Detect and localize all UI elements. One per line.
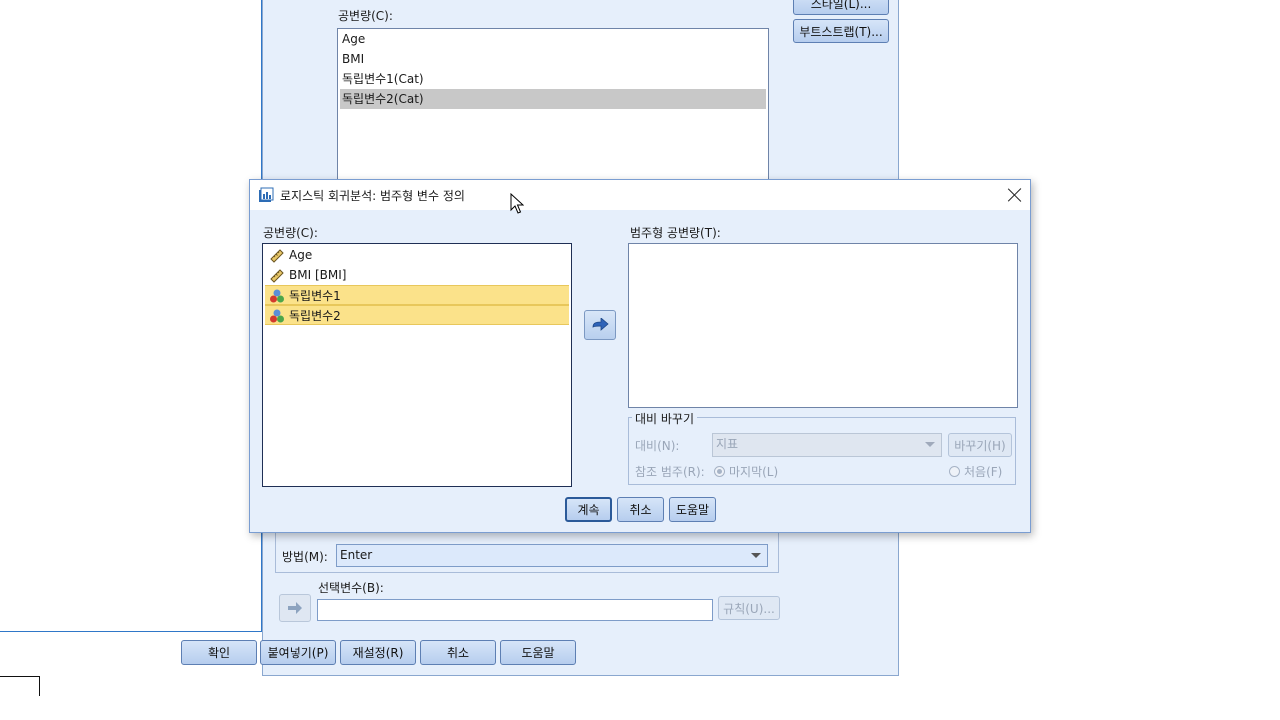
covariates-list[interactable]: Age BMI 독립변수1(Cat) 독립변수2(Cat)	[337, 28, 769, 188]
paste-button[interactable]: 붙여넣기(P)	[260, 640, 336, 665]
arrow-right-icon	[592, 318, 609, 331]
close-icon[interactable]	[1007, 187, 1023, 203]
scale-ruler-icon	[270, 249, 284, 263]
categorical-covariates-label: 범주형 공변량(T):	[630, 226, 721, 240]
change-button[interactable]: 바꾸기(H)	[948, 433, 1012, 457]
bootstrap-button[interactable]: 부트스트랩(T)...	[793, 19, 889, 43]
last-radio-label: 마지막(L)	[729, 465, 779, 479]
selection-variable-label: 선택변수(B):	[318, 581, 384, 595]
list-item[interactable]: Age	[265, 245, 569, 265]
reset-button[interactable]: 재설정(R)	[340, 640, 416, 665]
first-radio-label: 처음(F)	[964, 465, 1003, 479]
last-radio[interactable]	[714, 466, 725, 477]
method-label: 방법(M):	[282, 550, 328, 564]
spss-app-icon	[259, 187, 274, 202]
rule-button[interactable]: 규칙(U)...	[718, 596, 780, 620]
background-window-corner	[0, 676, 40, 696]
scale-ruler-icon	[270, 269, 284, 283]
help-button[interactable]: 도움말	[500, 640, 576, 665]
list-item[interactable]: 독립변수1(Cat)	[340, 69, 766, 89]
help-button[interactable]: 도움말	[669, 497, 716, 522]
change-contrast-group-label: 대비 바꾸기	[632, 410, 698, 427]
list-item-highlighted[interactable]: 독립변수1	[265, 285, 569, 305]
mouse-cursor-icon	[510, 193, 524, 214]
define-categorical-variables-dialog: 로지스틱 회귀분석: 범주형 변수 정의 공변량(C): Age BMI [BM…	[249, 179, 1031, 533]
first-radio[interactable]	[949, 466, 960, 477]
categorical-covariates-list[interactable]	[628, 243, 1018, 408]
list-item[interactable]: BMI	[340, 49, 766, 69]
chevron-down-icon	[751, 553, 761, 558]
cancel-button[interactable]: 취소	[617, 497, 664, 522]
method-dropdown[interactable]: Enter	[336, 544, 768, 567]
ok-button[interactable]: 확인	[181, 640, 257, 665]
covariates-label: 공변량(C):	[338, 9, 393, 23]
list-item[interactable]: Age	[340, 29, 766, 49]
arrow-right-icon	[288, 602, 302, 614]
selection-variable-input[interactable]	[317, 599, 713, 621]
dialog-titlebar[interactable]: 로지스틱 회귀분석: 범주형 변수 정의	[250, 180, 1030, 210]
contrast-label: 대비(N):	[635, 439, 680, 453]
cancel-button[interactable]: 취소	[420, 640, 496, 665]
chevron-down-icon	[925, 442, 935, 447]
background-output-window	[0, 0, 262, 632]
move-to-categorical-button[interactable]	[584, 310, 616, 340]
reference-category-label: 참조 범주(R):	[635, 465, 705, 479]
nominal-balls-icon	[270, 309, 284, 323]
change-contrast-group: 대비 바꾸기 대비(N): 지표 바꾸기(H) 참조 범주(R): 마지막(L)…	[628, 410, 1016, 485]
contrast-dropdown[interactable]: 지표	[712, 433, 942, 457]
list-item-highlighted[interactable]: 독립변수2	[265, 305, 569, 325]
move-selection-variable-button[interactable]	[279, 594, 311, 622]
dialog-title: 로지스틱 회귀분석: 범주형 변수 정의	[280, 189, 465, 203]
covariates-list[interactable]: Age BMI [BMI] 독립변수1 독립변수2	[262, 243, 572, 487]
list-item-selected[interactable]: 독립변수2(Cat)	[340, 89, 766, 109]
list-item[interactable]: BMI [BMI]	[265, 265, 569, 285]
nominal-balls-icon	[270, 289, 284, 303]
style-button[interactable]: 스타일(L)...	[793, 0, 889, 15]
covariates-label: 공변량(C):	[263, 226, 318, 240]
continue-button[interactable]: 계속	[565, 497, 612, 522]
